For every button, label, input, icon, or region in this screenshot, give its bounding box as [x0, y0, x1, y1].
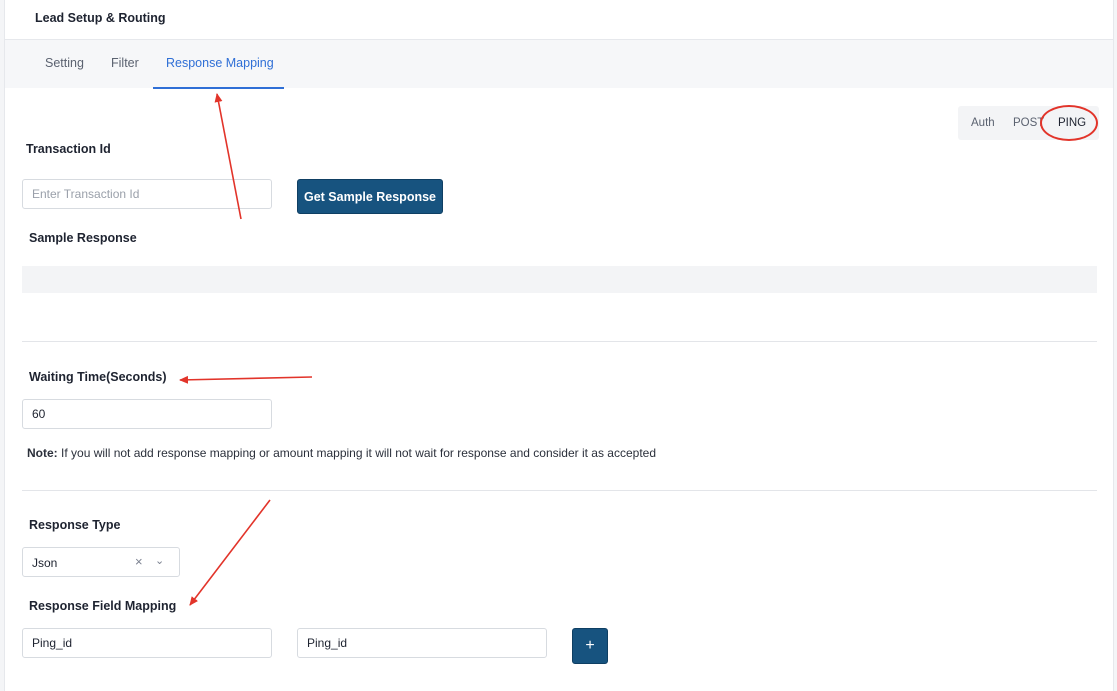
tab-response-mapping[interactable]: Response Mapping [166, 56, 274, 70]
section-divider [22, 490, 1097, 491]
tab-setting[interactable]: Setting [45, 56, 84, 70]
transaction-id-input[interactable] [22, 179, 272, 209]
tab-bar: Setting Filter Response Mapping [5, 40, 1113, 89]
waiting-time-input[interactable] [22, 399, 272, 429]
note-prefix: Note: [27, 446, 58, 460]
response-type-value: Json [32, 556, 58, 570]
section-divider [22, 341, 1097, 342]
sample-response-box [22, 266, 1097, 293]
response-field-mapping-label: Response Field Mapping [29, 599, 177, 613]
ping-highlight-annotation [1040, 105, 1098, 141]
note-text: Note: If you will not add response mappi… [27, 446, 656, 460]
note-body: If you will not add response mapping or … [61, 446, 657, 460]
get-sample-response-button[interactable]: Get Sample Response [297, 179, 443, 214]
add-mapping-button[interactable]: + [572, 628, 608, 664]
waiting-time-label: Waiting Time(Seconds) [29, 370, 167, 384]
chevron-down-icon[interactable]: ⌄ [155, 554, 164, 567]
transaction-id-label: Transaction Id [26, 142, 111, 156]
tab-filter[interactable]: Filter [111, 56, 139, 70]
response-type-label: Response Type [29, 518, 121, 532]
clear-icon[interactable]: × [135, 554, 143, 569]
lead-setup-panel: Lead Setup & Routing Setting Filter Resp… [4, 0, 1114, 691]
page-title: Lead Setup & Routing [35, 11, 166, 25]
mapping-source-field-input[interactable] [22, 628, 272, 658]
panel-header: Lead Setup & Routing [5, 0, 1113, 40]
response-type-select[interactable]: Json × ⌄ [22, 547, 180, 577]
mapping-target-field-input[interactable] [297, 628, 547, 658]
active-tab-indicator [153, 87, 284, 89]
segment-auth[interactable]: Auth [971, 117, 995, 129]
sample-response-label: Sample Response [29, 231, 137, 245]
